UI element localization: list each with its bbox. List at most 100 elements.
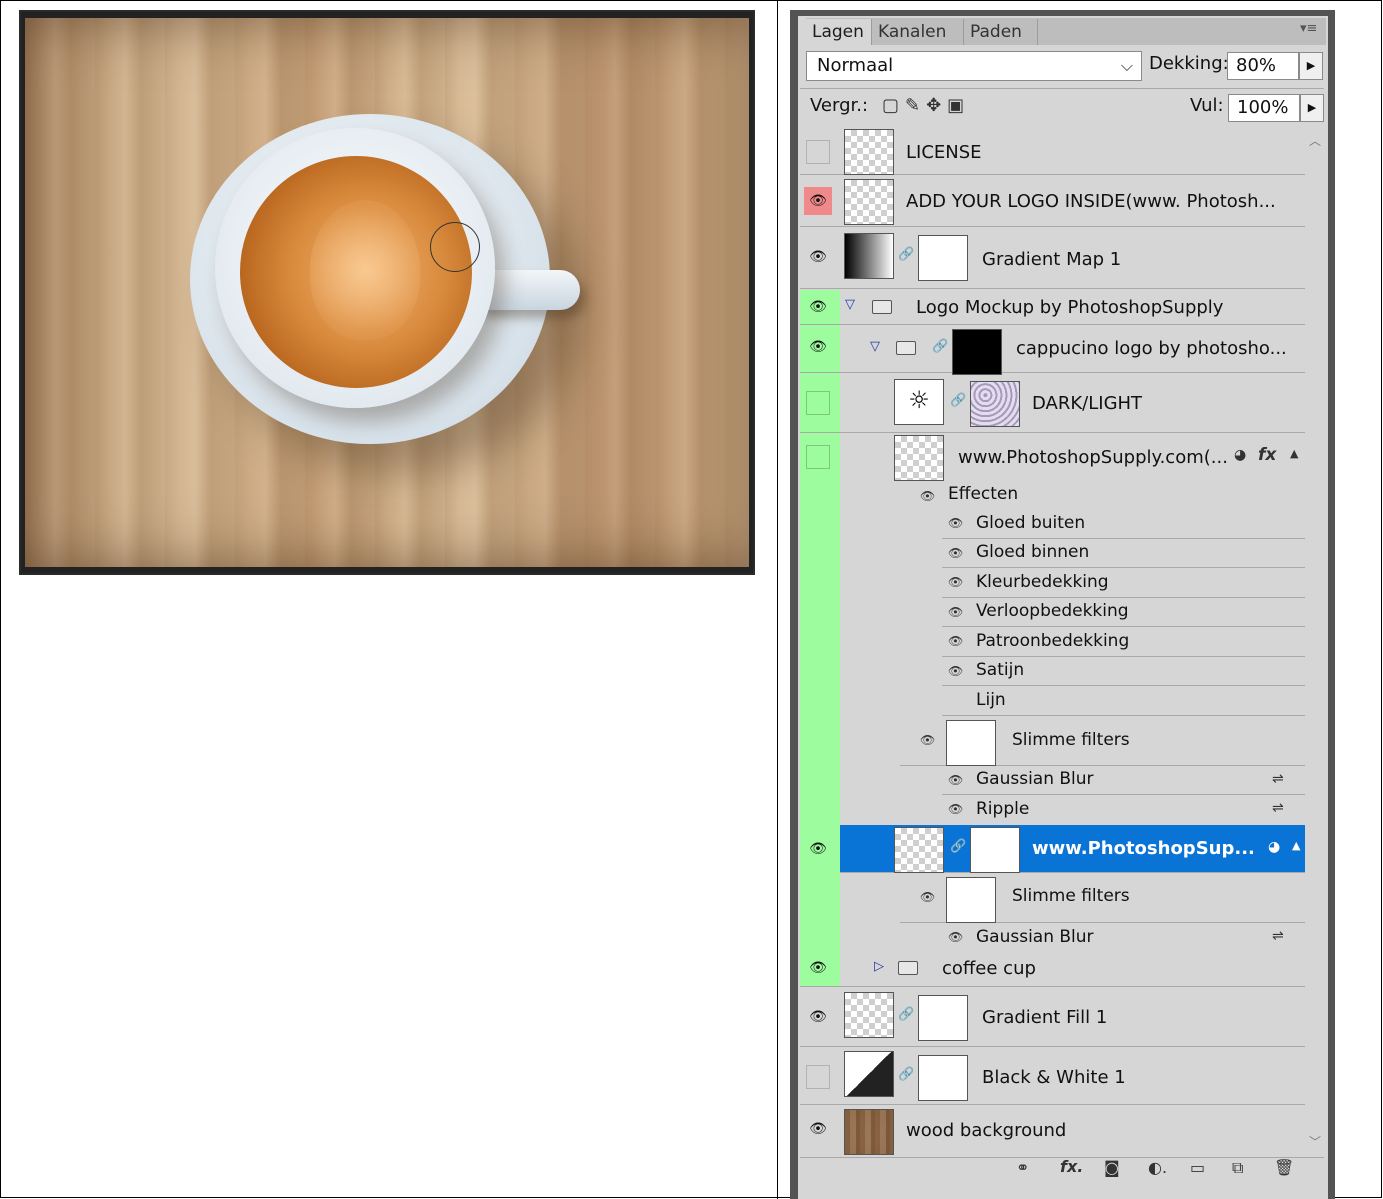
fill-field[interactable]: 100% <box>1228 94 1300 122</box>
scrollbar[interactable] <box>1305 127 1325 1157</box>
trash-icon[interactable]: 🗑 <box>1274 1158 1294 1177</box>
layer-wood-background[interactable]: 👁 wood background <box>800 1105 1305 1157</box>
eye-icon[interactable]: 👁 <box>920 489 935 503</box>
eye-icon[interactable]: 👁 <box>806 335 830 359</box>
fill-arrow[interactable]: ▶ <box>1300 94 1324 122</box>
mask-thumbnail <box>918 995 968 1041</box>
fx-icon[interactable]: fx <box>1258 445 1276 465</box>
chevron-right-icon[interactable]: ▷ <box>874 959 884 974</box>
tab-paths[interactable]: Paden <box>964 19 1038 45</box>
link-icon[interactable]: 🔗 <box>898 1007 914 1022</box>
layers-list: LICENSE 👁 ADD YOUR LOGO INSIDE(www. Phot… <box>800 127 1305 1157</box>
effect-item[interactable]: Lijn <box>942 686 1305 716</box>
eye-icon[interactable]: 👁 <box>948 634 963 648</box>
layer-name: DARK/LIGHT <box>1032 393 1143 414</box>
visibility-toggle[interactable] <box>806 391 830 415</box>
layer-ps-supply-2[interactable]: 🔗 www.PhotoshopSup... ◕ ▲ <box>840 825 1305 873</box>
mask-thumbnail <box>970 827 1020 873</box>
smart-filters-row[interactable]: 👁 Slimme filters <box>900 716 1305 766</box>
lock-icons[interactable]: ▢✎✥▣ <box>882 95 970 116</box>
link-icon[interactable]: 🔗 <box>950 393 966 408</box>
effect-item[interactable]: 👁 Kleurbedekking <box>942 568 1305 598</box>
eye-icon[interactable]: 👁 <box>806 1117 830 1141</box>
chevron-up-icon[interactable]: ︿ <box>1309 132 1321 149</box>
eye-icon[interactable]: 👁 <box>806 245 830 269</box>
folder-icon <box>896 341 916 355</box>
layer-dark-light[interactable]: ☼ 🔗 DARK/LIGHT <box>800 373 1305 433</box>
effect-item[interactable]: 👁 Gloed binnen <box>942 539 1305 568</box>
eye-icon[interactable]: 👁 <box>948 664 963 678</box>
eye-icon[interactable]: 👁 <box>948 605 963 619</box>
chevron-down-icon[interactable]: ▽ <box>845 297 855 312</box>
layer-gradient-fill[interactable]: 👁 🔗 Gradient Fill 1 <box>800 987 1305 1047</box>
eye-icon[interactable]: 👁 <box>948 802 963 816</box>
link-icon[interactable]: 🔗 <box>898 247 914 262</box>
filter-item[interactable]: 👁 Gaussian Blur ⇌ <box>942 766 1305 795</box>
effect-item[interactable]: 👁 Patroonbedekking <box>942 627 1305 657</box>
divider <box>777 0 778 1199</box>
visibility-toggle[interactable] <box>806 140 830 164</box>
chevron-down-icon[interactable]: ▽ <box>870 339 880 354</box>
blending-options-icon[interactable]: ⇌ <box>1272 928 1284 944</box>
blending-options-icon[interactable]: ⇌ <box>1272 800 1284 816</box>
opacity-arrow[interactable]: ▶ <box>1299 52 1323 80</box>
group-coffee-cup[interactable]: 👁 ▷ coffee cup <box>800 949 1305 987</box>
layer-license[interactable]: LICENSE <box>800 127 1305 175</box>
layer-add-logo[interactable]: 👁 ADD YOUR LOGO INSIDE(www. Photosh... <box>800 175 1305 227</box>
eye-icon[interactable]: 👁 <box>806 837 830 861</box>
blend-mode-select[interactable]: Normaal ⌵ <box>806 51 1142 81</box>
effect-name: Lijn <box>976 690 1006 710</box>
eye-icon[interactable]: 👁 <box>948 516 963 530</box>
layer-ps-supply-1[interactable]: www.PhotoshopSupply.com(... ◕ fx ▲ <box>800 433 1305 483</box>
eye-icon[interactable]: 👁 <box>948 575 963 589</box>
eye-icon[interactable]: 👁 <box>806 956 830 980</box>
opacity-field[interactable]: 80% <box>1227 52 1299 80</box>
layer-name: Black & White 1 <box>982 1067 1126 1088</box>
tab-channels[interactable]: Kanalen <box>872 19 964 45</box>
eye-icon[interactable]: 👁 <box>948 546 963 560</box>
group-logo-mockup[interactable]: 👁 ▽ Logo Mockup by PhotoshopSupply <box>800 289 1305 325</box>
eye-icon[interactable]: 👁 <box>806 295 830 319</box>
fx-icon[interactable]: fx. <box>1060 1157 1083 1176</box>
effect-item[interactable]: 👁 Verloopbedekking <box>942 598 1305 627</box>
visibility-toggle[interactable] <box>806 445 830 469</box>
eye-icon[interactable]: 👁 <box>920 890 935 904</box>
eye-icon[interactable]: 👁 <box>806 1005 830 1029</box>
eye-icon[interactable]: 👁 <box>806 189 830 213</box>
brush-cursor <box>430 222 480 272</box>
chevron-up-icon[interactable]: ▲ <box>1290 447 1298 460</box>
effect-name: Gloed buiten <box>976 513 1086 533</box>
chevron-down-icon: ⌵ <box>1120 56 1133 75</box>
visibility-toggle[interactable] <box>806 1065 830 1089</box>
link-icon[interactable]: 🔗 <box>950 839 966 854</box>
smart-filters-row[interactable]: 👁 Slimme filters <box>900 873 1305 923</box>
smart-filters-label: Slimme filters <box>1012 730 1130 750</box>
filter-name: Gaussian Blur <box>976 769 1094 789</box>
mask-thumbnail <box>918 1055 968 1101</box>
chevron-down-icon[interactable]: ﹀ <box>1309 1133 1321 1150</box>
layer-name: www.PhotoshopSupply.com(... <box>958 447 1228 468</box>
adjustment-icon[interactable]: ◐. <box>1148 1158 1167 1177</box>
effect-item[interactable]: 👁 Satijn <box>942 657 1305 686</box>
new-layer-icon[interactable]: ⧉ <box>1232 1158 1243 1178</box>
link-icon[interactable]: ⚭ <box>1016 1158 1029 1177</box>
link-icon[interactable]: 🔗 <box>898 1067 914 1082</box>
effect-name: Patroonbedekking <box>976 631 1130 651</box>
eye-icon[interactable]: 👁 <box>948 773 963 787</box>
link-icon[interactable]: 🔗 <box>932 339 948 354</box>
mask-icon[interactable]: ◙ <box>1104 1158 1120 1177</box>
effect-name: Gloed binnen <box>976 542 1090 562</box>
blending-options-icon[interactable]: ⇌ <box>1272 771 1284 787</box>
eye-icon[interactable]: 👁 <box>948 930 963 944</box>
panel-menu-icon[interactable]: ▾≡ <box>1300 21 1317 36</box>
eye-icon[interactable]: 👁 <box>920 733 935 747</box>
filter-item[interactable]: 👁 Ripple ⇌ <box>942 795 1305 825</box>
effect-item[interactable]: 👁 Gloed buiten <box>942 509 1305 539</box>
chevron-up-icon[interactable]: ▲ <box>1292 839 1300 852</box>
layer-black-white[interactable]: 🔗 Black & White 1 <box>800 1047 1305 1105</box>
tab-layers[interactable]: Lagen <box>806 19 872 45</box>
mask-thumbnail <box>952 329 1002 375</box>
folder-icon[interactable]: ▭ <box>1190 1158 1205 1177</box>
group-cappucino[interactable]: 👁 ▽ 🔗 cappucino logo by photosho... <box>800 325 1305 375</box>
layer-gradient-map[interactable]: 👁 🔗 Gradient Map 1 <box>800 227 1305 289</box>
